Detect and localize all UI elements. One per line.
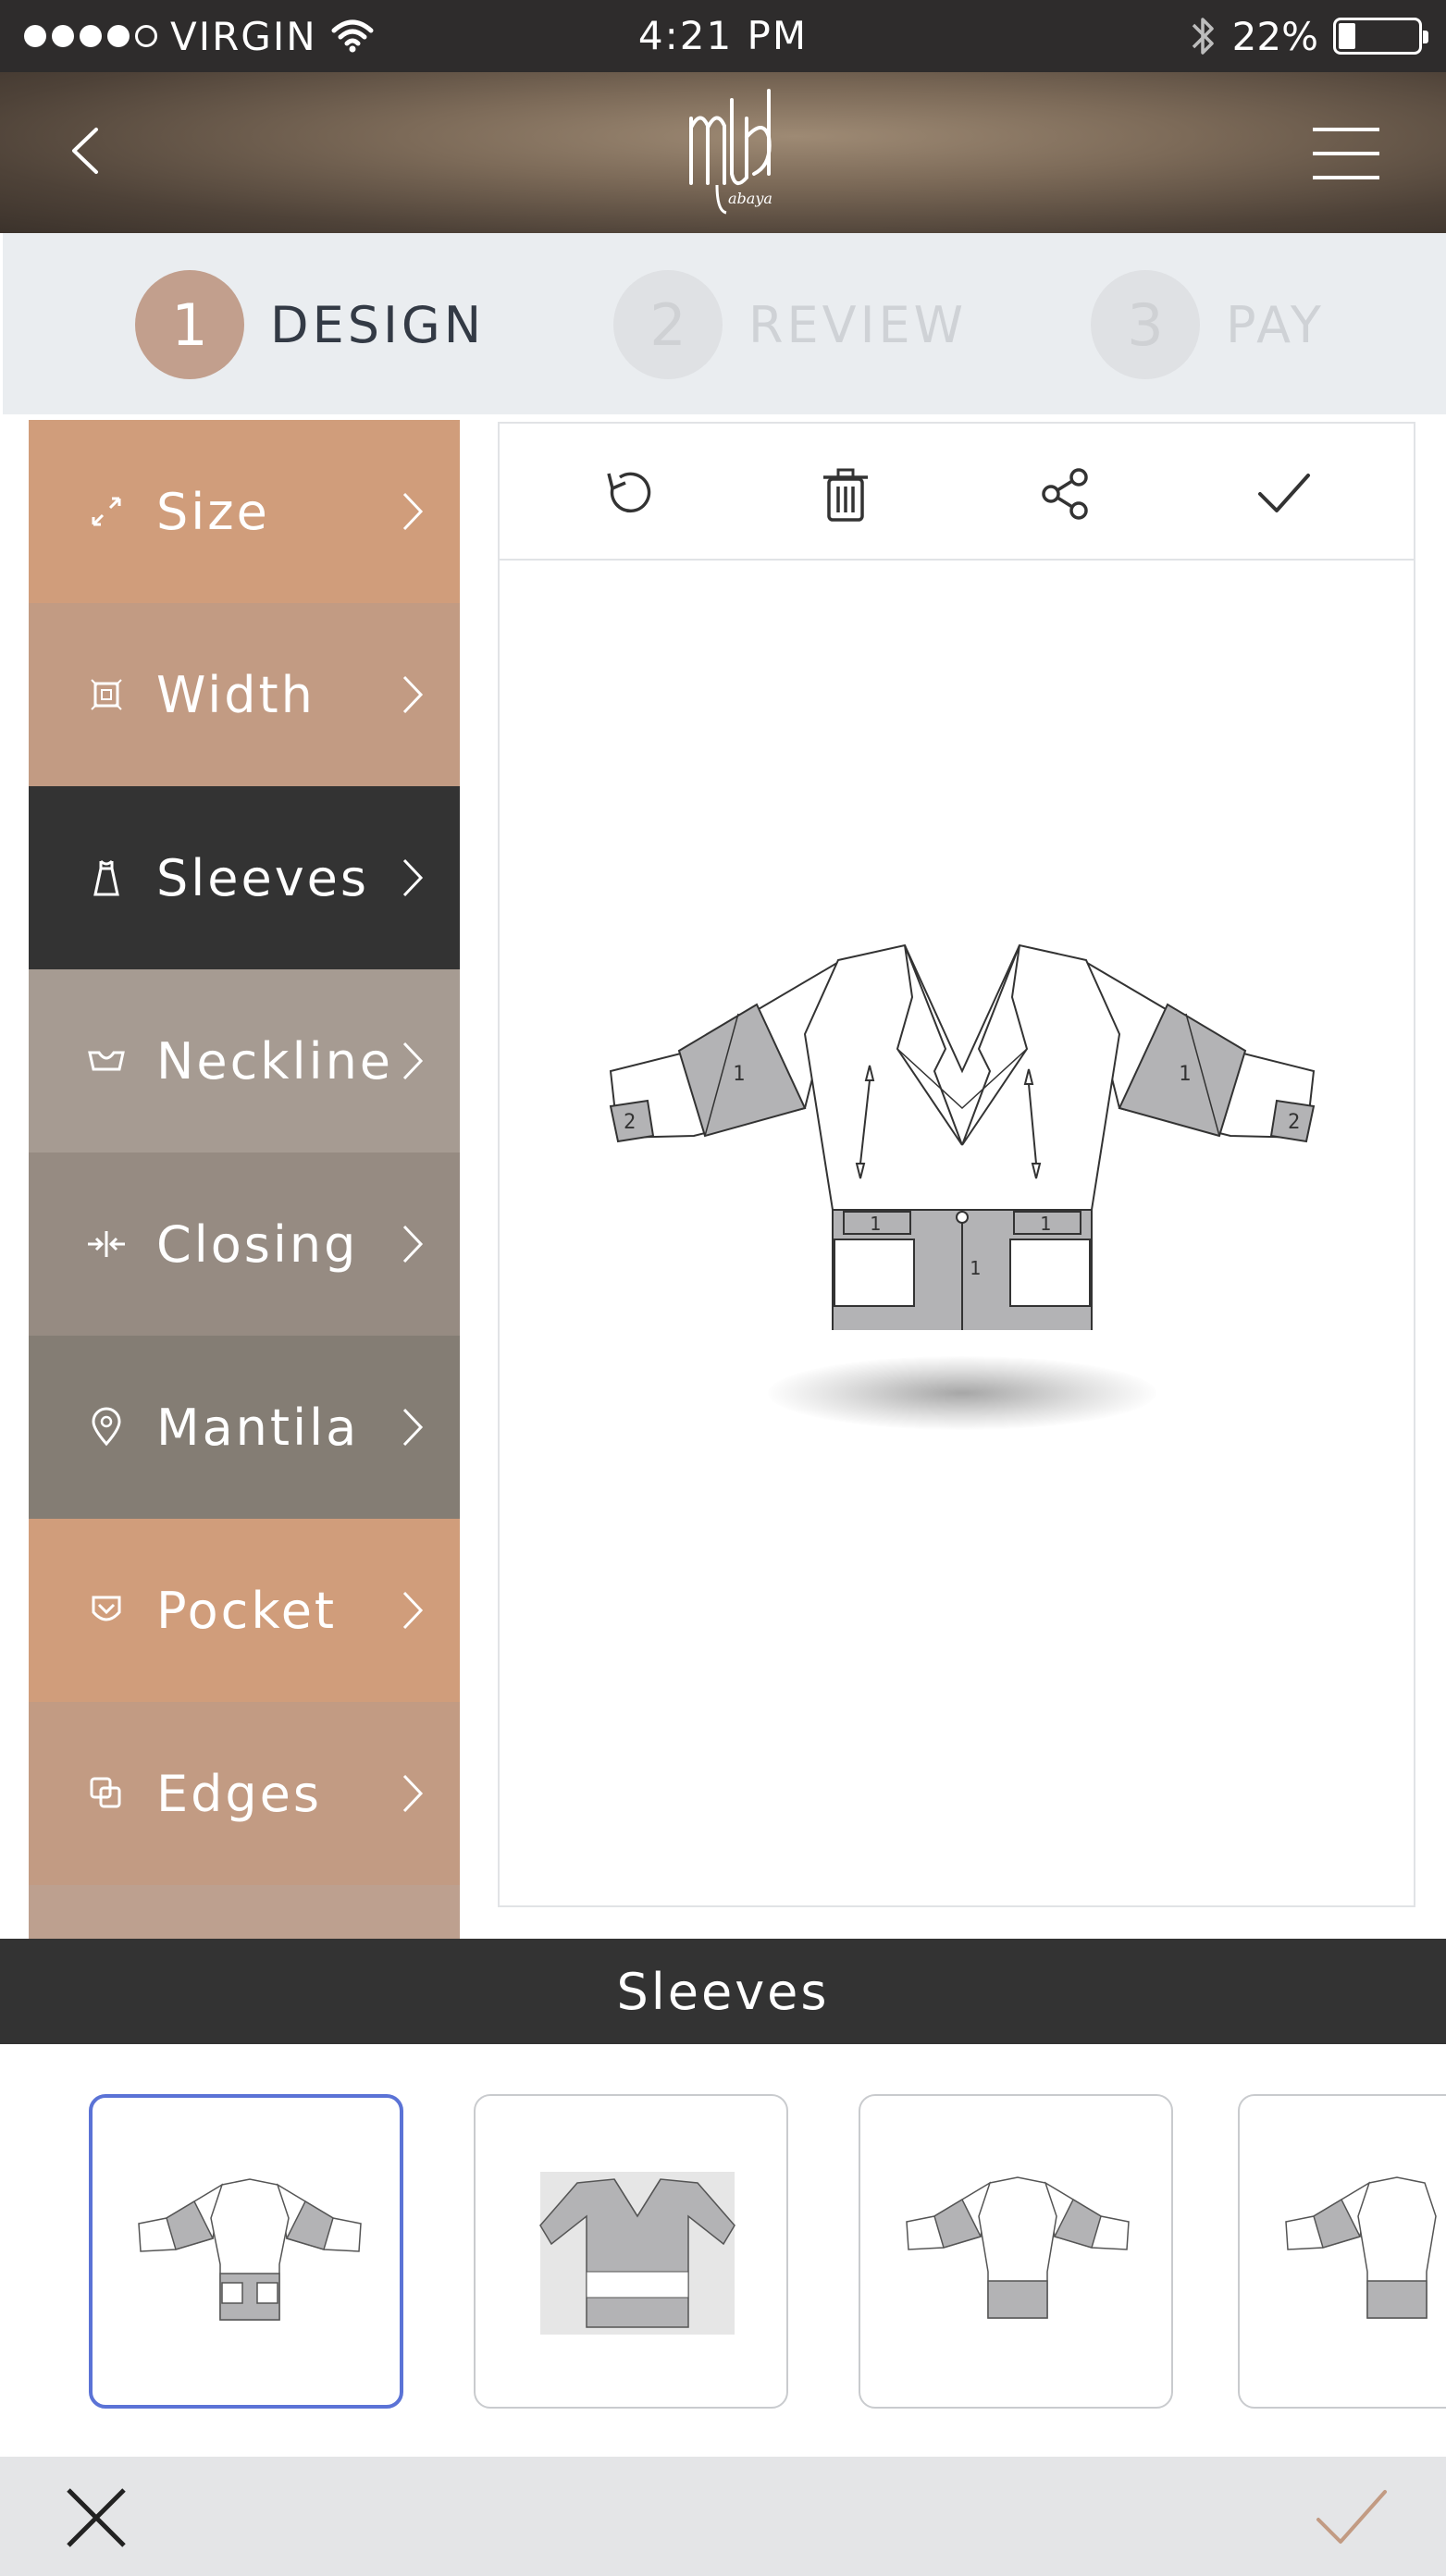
back-chevron-icon[interactable] xyxy=(56,118,120,183)
logo-text: abaya xyxy=(728,190,772,207)
sleeve-option-3[interactable] xyxy=(859,2094,1173,2409)
resize-arrows-icon xyxy=(84,489,129,534)
sidebar-item-neckline[interactable]: Neckline xyxy=(29,969,460,1152)
status-right: 22% xyxy=(1190,9,1428,63)
sidebar-item-label: Width xyxy=(156,665,315,724)
pocket-icon xyxy=(84,1588,129,1633)
close-icon[interactable] xyxy=(63,2484,130,2551)
dress-icon xyxy=(84,856,129,900)
hamburger-menu-icon[interactable] xyxy=(1311,126,1381,181)
label-sleeve-right-cuff: 2 xyxy=(1288,1111,1300,1134)
battery-icon xyxy=(1333,18,1428,55)
sidebar-item-label: Size xyxy=(156,482,270,541)
confirm-check-icon[interactable] xyxy=(1315,2484,1389,2551)
section-title-bar: Sleeves xyxy=(0,1939,1446,2044)
width-box-icon xyxy=(84,672,129,717)
chevron-right-icon xyxy=(402,858,424,897)
step-number: 3 xyxy=(1091,270,1200,379)
step-review[interactable]: 2 REVIEW xyxy=(613,270,967,379)
sidebar-item-label: Edges xyxy=(156,1764,323,1823)
chevron-right-icon xyxy=(402,492,424,531)
sidebar-item-mantila[interactable]: Mantila xyxy=(29,1336,460,1519)
check-icon[interactable] xyxy=(1254,464,1314,524)
design-options-sidebar: Size Width Sleeves Neckline Closing Mant xyxy=(29,420,460,1939)
canvas-toolbar xyxy=(500,424,1414,561)
sidebar-item-edges[interactable]: Edges xyxy=(29,1702,460,1885)
sidebar-item-closing[interactable]: Closing xyxy=(29,1152,460,1336)
share-icon[interactable] xyxy=(1036,464,1095,524)
sidebar-item-label: Mantila xyxy=(156,1398,360,1457)
neckline-icon xyxy=(84,1039,129,1083)
sidebar-item-label: Neckline xyxy=(156,1031,394,1091)
design-canvas-panel: 1 2 1 2 1 1 1 xyxy=(498,422,1415,1907)
bottom-action-bar xyxy=(0,2457,1446,2576)
garment-shadow xyxy=(768,1356,1156,1430)
brand-logo: abaya xyxy=(689,89,772,215)
sidebar-item-label: Sleeves xyxy=(156,848,370,907)
step-number: 2 xyxy=(613,270,723,379)
label-sleeve-left-main: 1 xyxy=(733,1063,745,1086)
sidebar-item-partial[interactable] xyxy=(29,1885,460,1939)
chevron-right-icon xyxy=(402,1591,424,1630)
trash-icon[interactable] xyxy=(816,464,875,524)
label-sleeve-left-cuff: 2 xyxy=(624,1111,636,1134)
app-header: abaya xyxy=(0,72,1446,233)
sidebar-item-sleeves[interactable]: Sleeves xyxy=(29,786,460,969)
progress-steps: 1 DESIGN 2 REVIEW 3 PAY xyxy=(0,233,1446,414)
label-sleeve-right-main: 1 xyxy=(1179,1063,1191,1086)
step-pay[interactable]: 3 PAY xyxy=(1091,270,1325,379)
step-number: 1 xyxy=(135,270,244,379)
sidebar-item-size[interactable]: Size xyxy=(29,420,460,603)
label-pocket-flap-right: 1 xyxy=(1040,1213,1051,1235)
battery-percent: 22% xyxy=(1231,13,1318,59)
step-label: REVIEW xyxy=(748,295,968,354)
option-thumbnail xyxy=(138,2178,362,2321)
step-label: PAY xyxy=(1226,295,1325,354)
sleeve-option-4[interactable] xyxy=(1238,2094,1446,2409)
option-thumbnail xyxy=(539,2172,735,2335)
sidebar-item-pocket[interactable]: Pocket xyxy=(29,1519,460,1702)
chevron-right-icon xyxy=(402,1225,424,1263)
bluetooth-icon xyxy=(1192,18,1214,55)
status-bar: VIRGIN 4:21 PM 22% xyxy=(0,0,1446,72)
closing-arrows-icon xyxy=(84,1222,129,1266)
sleeve-options-row xyxy=(0,2044,1446,2457)
label-center-panel: 1 xyxy=(970,1257,981,1279)
chevron-right-icon xyxy=(402,675,424,714)
option-thumbnail xyxy=(1285,2176,1437,2319)
garment-preview: 1 2 1 2 1 1 1 xyxy=(609,943,1316,1330)
step-label: DESIGN xyxy=(270,295,486,354)
chevron-right-icon xyxy=(402,1774,424,1813)
sidebar-item-label: Pocket xyxy=(156,1581,338,1640)
chevron-right-icon xyxy=(402,1041,424,1080)
label-pocket-flap-left: 1 xyxy=(870,1213,881,1235)
sidebar-item-label: Closing xyxy=(156,1214,359,1274)
step-design[interactable]: 1 DESIGN xyxy=(135,270,485,379)
sidebar-item-width[interactable]: Width xyxy=(29,603,460,786)
section-title: Sleeves xyxy=(616,1962,830,2021)
sleeve-option-1[interactable] xyxy=(89,2094,403,2409)
option-thumbnail xyxy=(906,2176,1130,2319)
chevron-right-icon xyxy=(402,1408,424,1447)
layers-icon xyxy=(84,1771,129,1816)
undo-icon[interactable] xyxy=(599,464,659,524)
location-pin-icon xyxy=(84,1405,129,1449)
sleeve-option-2[interactable] xyxy=(474,2094,788,2409)
